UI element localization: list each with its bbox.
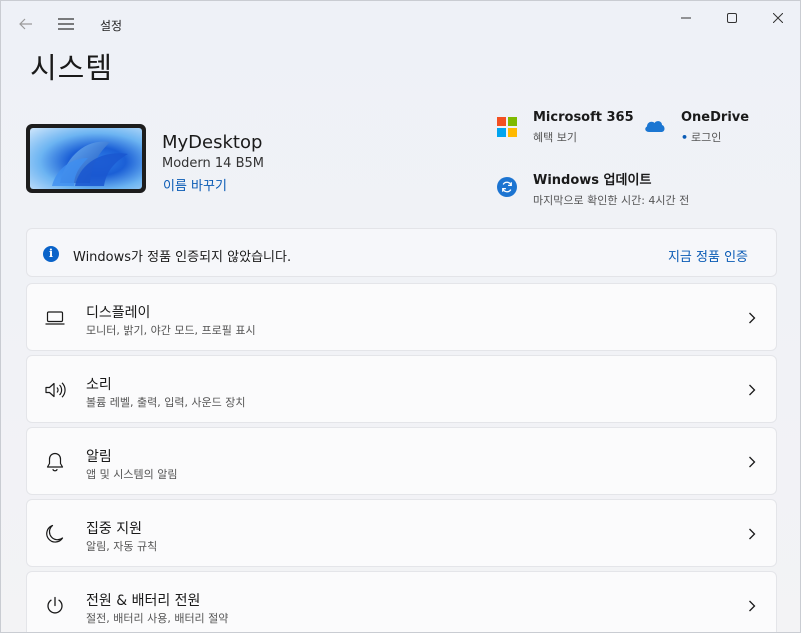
setting-subtitle: 절전, 배터리 사용, 배터리 절약 [86, 612, 229, 625]
onedrive-title: OneDrive [681, 110, 750, 125]
setting-subtitle: 알림, 자동 규칙 [86, 540, 158, 553]
back-button[interactable] [15, 13, 37, 35]
setting-title: 알림 [86, 449, 112, 465]
device-thumbnail [26, 124, 146, 193]
setting-title: 소리 [86, 377, 112, 393]
device-model: Modern 14 B5M [162, 156, 264, 171]
status-dot-icon: • [681, 131, 689, 144]
microsoft-logo-icon [497, 117, 517, 137]
info-icon: i [43, 246, 59, 262]
setting-title: 집중 지원 [86, 521, 142, 537]
power-icon [44, 595, 66, 617]
device-name: MyDesktop [162, 132, 263, 153]
title-bar: 설정 [1, 1, 800, 47]
onedrive-subtitle: 로그인 [691, 131, 722, 144]
chevron-right-icon [746, 598, 758, 614]
activation-notice-text: Windows가 정품 인증되지 않았습니다. [73, 250, 292, 265]
moon-icon [44, 523, 66, 545]
chevron-right-icon [746, 454, 758, 470]
maximize-button[interactable] [709, 7, 755, 29]
setting-power-battery[interactable]: 전원 & 배터리 전원 절전, 배터리 사용, 배터리 절약 [26, 571, 777, 632]
microsoft365-title: Microsoft 365 [533, 110, 634, 125]
activate-now-link[interactable]: 지금 정품 인증 [668, 246, 748, 265]
activation-notice: i Windows가 정품 인증되지 않았습니다. 지금 정품 인증 [26, 228, 777, 277]
windows-update-link[interactable]: Windows 업데이트 마지막으로 확인한 시간: 4시간 전 [533, 169, 689, 208]
chevron-right-icon [746, 310, 758, 326]
setting-title: 전원 & 배터리 전원 [86, 593, 201, 609]
windows-update-subtitle: 마지막으로 확인한 시간: 4시간 전 [533, 194, 690, 207]
close-icon [773, 13, 783, 23]
display-icon [44, 307, 66, 329]
maximize-icon [727, 13, 737, 23]
setting-notifications[interactable]: 알림 앱 및 시스템의 알림 [26, 427, 777, 495]
minimize-button[interactable] [663, 7, 709, 29]
close-button[interactable] [755, 7, 800, 29]
speaker-icon [44, 379, 66, 401]
chevron-right-icon [746, 526, 758, 542]
onedrive-link[interactable]: OneDrive • 로그인 [681, 110, 749, 145]
navigation-menu-button[interactable] [55, 13, 77, 35]
page-title: 시스템 [30, 51, 114, 85]
app-title: 설정 [100, 19, 123, 33]
windows-update-title: Windows 업데이트 [533, 173, 652, 188]
wallpaper-preview [30, 128, 142, 189]
settings-window: 설정 시스템 MyDesktop Modern 14 B5M 이름 바꾸기 Mi… [0, 0, 801, 633]
setting-subtitle: 앱 및 시스템의 알림 [86, 468, 178, 481]
setting-sound[interactable]: 소리 볼륨 레벨, 출력, 입력, 사운드 장치 [26, 355, 777, 423]
setting-subtitle: 모니터, 밝기, 야간 모드, 프로필 표시 [86, 324, 256, 337]
minimize-icon [681, 17, 691, 19]
onedrive-cloud-icon [644, 118, 666, 137]
setting-title: 디스플레이 [86, 305, 151, 321]
setting-subtitle: 볼륨 레벨, 출력, 입력, 사운드 장치 [86, 396, 246, 409]
rename-device-link[interactable]: 이름 바꾸기 [163, 175, 227, 194]
setting-focus-assist[interactable]: 집중 지원 알림, 자동 규칙 [26, 499, 777, 567]
microsoft365-link[interactable]: Microsoft 365 혜택 보기 [533, 110, 634, 145]
setting-display[interactable]: 디스플레이 모니터, 밝기, 야간 모드, 프로필 표시 [26, 283, 777, 351]
bell-icon [44, 451, 66, 473]
windows-update-icon [497, 177, 517, 197]
microsoft365-subtitle: 혜택 보기 [533, 131, 577, 144]
hamburger-menu-icon [58, 18, 74, 30]
chevron-right-icon [746, 382, 758, 398]
back-arrow-icon [19, 18, 32, 30]
